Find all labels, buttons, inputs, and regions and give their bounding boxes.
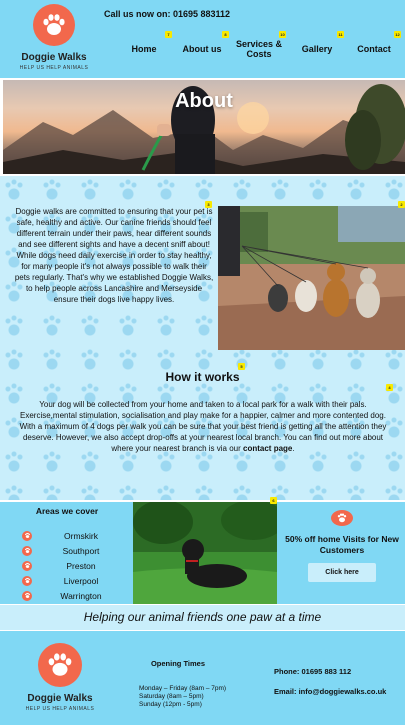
photo-marker: 2	[398, 201, 405, 208]
area-item: Preston	[22, 558, 122, 573]
area-name: Southport	[62, 545, 100, 556]
offer-panel: 50% off home Visits for New Customers Cl…	[279, 502, 405, 604]
logo-name: Doggie Walks	[21, 52, 87, 63]
footer-logo-name: Doggie Walks	[27, 693, 93, 704]
contact-page-link[interactable]: contact page	[243, 444, 292, 453]
nav-gallery-marker: 11	[337, 31, 344, 38]
paw-icon	[22, 575, 32, 586]
how-it-works-text: Your dog will be collected from your hom…	[19, 400, 387, 453]
offer-text: 50% off home Visits for New Customers	[285, 534, 399, 555]
nav-home[interactable]: Home	[131, 44, 157, 54]
paw-logo-icon	[33, 4, 75, 46]
hours-saturday: Saturday (8am – 5pm)	[139, 693, 204, 700]
nav-contact-marker: 12	[394, 31, 401, 38]
nav-services-marker: 10	[279, 31, 286, 38]
how-marker: 5	[238, 363, 245, 370]
black-dog-photo	[133, 502, 277, 604]
nav-contact[interactable]: Contact	[354, 44, 394, 54]
nav-services[interactable]: Services & Costs	[233, 39, 285, 59]
area-name: Liverpool	[63, 575, 99, 586]
tagline: Helping our animal friends one paw at a …	[83, 610, 322, 624]
footer-phone[interactable]: Phone: 01695 883 112	[274, 667, 351, 676]
area-item: Southport	[22, 543, 122, 558]
area-name: Ormskirk	[64, 530, 98, 541]
logo[interactable]: Doggie Walks HELP US HELP ANIMALS	[8, 4, 100, 76]
hours-sunday: Sunday (12pm - 5pm)	[139, 701, 202, 708]
footer-logo[interactable]: Doggie Walks HELP US HELP ANIMALS	[14, 643, 106, 712]
hero-banner: About	[3, 80, 405, 174]
area-item: Liverpool	[22, 573, 122, 588]
how-it-works-end: .	[292, 444, 295, 453]
tagline-bar: Helping our animal friends one paw at a …	[0, 605, 405, 630]
areas-list: Ormskirk Southport Preston Liverpool War…	[22, 528, 122, 603]
dogs-walking-photo	[218, 206, 405, 350]
site-header: Doggie Walks HELP US HELP ANIMALS Call u…	[0, 0, 405, 78]
intro-marker: 3	[205, 201, 212, 208]
how-it-works-paragraph: Your dog will be collected from your hom…	[16, 399, 390, 454]
nav-about-marker: 8	[222, 31, 229, 38]
nav-about[interactable]: About us	[180, 44, 224, 54]
hours-weekday: Monday – Friday (8am – 7pm)	[139, 685, 227, 692]
opening-times-heading: Opening Times	[150, 659, 206, 668]
area-item: Ormskirk	[22, 528, 122, 543]
area-name: Preston	[66, 560, 96, 571]
page: Doggie Walks HELP US HELP ANIMALS Call u…	[0, 0, 405, 725]
intro-paragraph: Doggie walks are committed to ensuring t…	[14, 207, 214, 304]
site-footer: Doggie Walks HELP US HELP ANIMALS Openin…	[0, 631, 405, 725]
nav-gallery[interactable]: Gallery	[299, 44, 335, 54]
paw-icon	[22, 590, 32, 601]
how-text-marker: 4	[386, 384, 393, 391]
area-item: Warrington	[22, 588, 122, 603]
paw-logo-icon	[38, 643, 82, 687]
footer-email[interactable]: Email: info@doggiewalks.co.uk	[274, 687, 386, 696]
areas-title: Areas we cover	[35, 506, 99, 516]
nav-home-marker: 7	[165, 31, 172, 38]
how-it-works-heading: How it works	[165, 370, 240, 384]
logo-tagline: HELP US HELP ANIMALS	[19, 65, 89, 71]
areas-photo-marker: 6	[270, 497, 277, 504]
paw-icon	[22, 560, 32, 571]
paw-icon	[331, 510, 353, 526]
footer-logo-tagline: HELP US HELP ANIMALS	[25, 706, 95, 712]
paw-icon	[22, 545, 32, 556]
click-here-button[interactable]: Click here	[308, 563, 376, 582]
area-name: Warrington	[60, 590, 102, 601]
opening-hours: Monday – Friday (8am – 7pm) Saturday (8a…	[139, 685, 226, 709]
page-title: About	[175, 90, 233, 112]
header-phone: Call us now on: 01695 883112	[104, 9, 231, 19]
paw-icon	[22, 530, 32, 541]
